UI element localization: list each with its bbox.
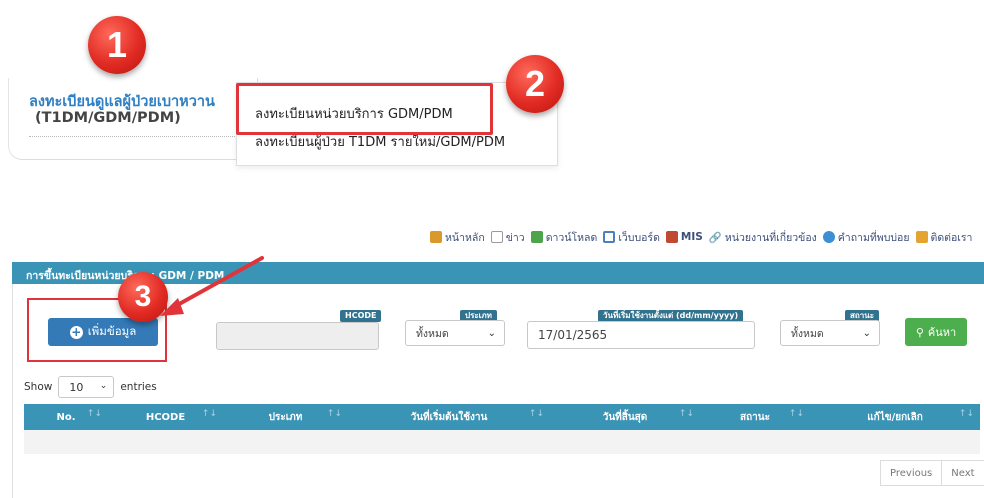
link-label: MIS	[680, 231, 703, 243]
menu-subtitle: (T1DM/GDM/PDM)	[35, 110, 181, 126]
column-header-start-date[interactable]: วันที่เริ่มต้นใช้งาน ↑↓	[348, 404, 550, 430]
link-label: ข่าว	[505, 231, 525, 244]
pagination: Previous Next	[880, 460, 984, 486]
sort-icon: ↑↓	[86, 409, 102, 419]
help-icon	[822, 231, 835, 243]
chevron-down-icon: ⌄	[862, 328, 871, 339]
column-header-type[interactable]: ประเภท ↑↓	[223, 404, 348, 430]
column-label: HCODE	[145, 411, 186, 423]
table-empty-row	[24, 430, 980, 454]
type-select-value: ทั้งหมด	[416, 327, 449, 340]
link-label: หน้าหลัก	[445, 231, 485, 244]
link-label: ดาวน์โหลด	[545, 231, 598, 244]
column-label: วันที่สิ้นสุด	[602, 411, 648, 423]
column-label: No.	[56, 411, 76, 423]
chevron-down-icon: ⌄	[99, 381, 108, 391]
previous-button[interactable]: Previous	[880, 460, 943, 486]
link-faq[interactable]: คำถามที่พบบ่อย	[822, 229, 910, 246]
sort-icon: ↑↓	[528, 409, 544, 419]
menu-card: ลงทะเบียนดูแลผู้ป่วยเบาหวาน (T1DM/GDM/PD…	[8, 78, 258, 160]
type-select[interactable]: ทั้งหมด ⌄	[405, 320, 505, 346]
sort-icon: ↑↓	[678, 409, 694, 419]
column-label: แก้ไข/ยกเลิก	[867, 411, 923, 423]
column-header-no[interactable]: No. ↑↓	[24, 404, 108, 430]
link-label: เว็บบอร์ด	[618, 231, 660, 244]
chart-icon	[665, 231, 678, 243]
search-button[interactable]: ⚲ ค้นหา	[905, 318, 967, 346]
link-home[interactable]: หน้าหลัก	[430, 229, 485, 246]
home-icon	[430, 231, 442, 243]
link-webboard[interactable]: เว็บบอร์ด	[603, 229, 660, 246]
next-button[interactable]: Next	[942, 460, 984, 486]
step-3-badge: 3	[118, 272, 168, 322]
start-date-input[interactable]: 17/01/2565	[527, 321, 755, 349]
sort-icon: ↑↓	[958, 409, 974, 419]
search-button-label: ค้นหา	[927, 326, 957, 339]
calendar-icon	[603, 231, 616, 243]
column-label: วันที่เริ่มต้นใช้งาน	[410, 411, 488, 423]
entries-value: 10	[69, 380, 84, 394]
step-2-badge: 2	[506, 55, 564, 113]
page-length-control: Show 10 ⌄ entries	[24, 376, 157, 398]
sort-icon: ↑↓	[788, 409, 804, 419]
chevron-down-icon: ⌄	[487, 328, 496, 339]
column-label: สถานะ	[740, 411, 770, 423]
link-mis[interactable]: MIS	[665, 231, 703, 243]
top-links: หน้าหลัก ข่าว ดาวน์โหลด เว็บบอร์ด MIS 🔗 ห…	[430, 228, 984, 246]
step-1-badge: 1	[88, 16, 146, 74]
link-contact[interactable]: ติดต่อเรา	[915, 229, 973, 246]
status-select-value: ทั้งหมด	[791, 327, 824, 340]
highlight-box-2	[236, 83, 493, 135]
link-label: คำถามที่พบบ่อย	[837, 231, 910, 244]
show-label: Show	[24, 381, 53, 393]
document-icon	[490, 231, 503, 243]
entries-select[interactable]: 10 ⌄	[58, 376, 115, 398]
divider	[29, 136, 253, 137]
sort-icon: ↑↓	[326, 409, 342, 419]
sort-icon: ↑↓	[201, 409, 217, 419]
column-header-edit[interactable]: แก้ไข/ยกเลิก ↑↓	[810, 404, 980, 430]
mail-icon	[915, 231, 928, 243]
status-select[interactable]: ทั้งหมด ⌄	[780, 320, 880, 346]
entries-label: entries	[120, 381, 157, 393]
link-label: หน่วยงานที่เกี่ยวข้อง	[724, 231, 817, 244]
column-label: ประเภท	[268, 411, 303, 423]
link-news[interactable]: ข่าว	[490, 229, 525, 246]
search-icon: ⚲	[915, 325, 924, 339]
link-download[interactable]: ดาวน์โหลด	[530, 229, 598, 246]
link-related[interactable]: 🔗 หน่วยงานที่เกี่ยวข้อง	[709, 229, 817, 246]
column-header-status[interactable]: สถานะ ↑↓	[700, 404, 810, 430]
column-header-hcode[interactable]: HCODE ↑↓	[108, 404, 223, 430]
link-label: ติดต่อเรา	[930, 231, 973, 244]
hcode-label: HCODE	[340, 310, 382, 322]
download-icon	[530, 231, 543, 243]
hcode-input[interactable]	[216, 322, 379, 350]
table-header: No. ↑↓ HCODE ↑↓ ประเภท ↑↓ วันที่เริ่มต้นใช้…	[24, 404, 980, 430]
link-icon: 🔗	[708, 231, 722, 244]
column-header-end-date[interactable]: วันที่สิ้นสุด ↑↓	[550, 404, 700, 430]
